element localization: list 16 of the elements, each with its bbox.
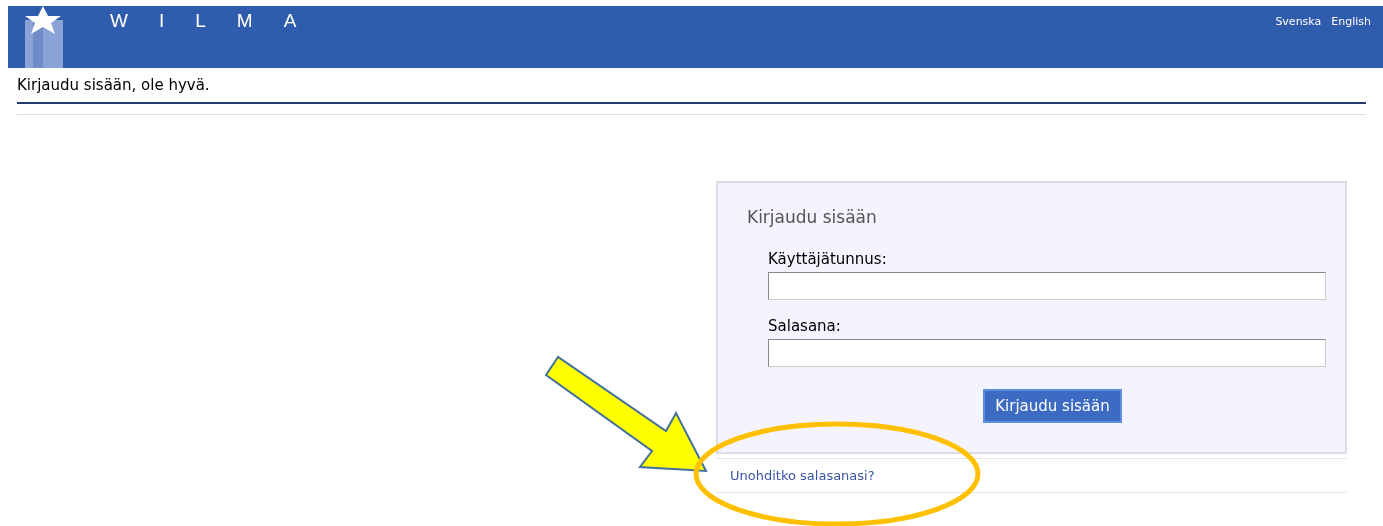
input-field[interactable]: [768, 339, 1326, 367]
login-title: Kirjaudu sisään: [747, 206, 878, 229]
brand-letter: I: [158, 9, 165, 33]
login-button[interactable]: Kirjaudu sisään: [983, 389, 1122, 423]
logo-icon: [23, 6, 65, 68]
forgot-password-link[interactable]: Unohditko salasanasi?: [730, 465, 875, 486]
brand-letter: L: [195, 9, 206, 33]
brand-letter: W: [110, 9, 128, 33]
input-field[interactable]: [768, 272, 1326, 300]
field-label: Käyttäjätunnus:: [768, 249, 888, 269]
brand-letter: A: [283, 9, 297, 33]
page-title: Kirjaudu sisään, ole hyvä.: [17, 74, 210, 96]
brand-letter: M: [236, 9, 253, 33]
language-link[interactable]: Svenska: [1275, 15, 1322, 29]
field-label: Salasana:: [768, 316, 842, 336]
language-link[interactable]: English: [1331, 15, 1371, 29]
